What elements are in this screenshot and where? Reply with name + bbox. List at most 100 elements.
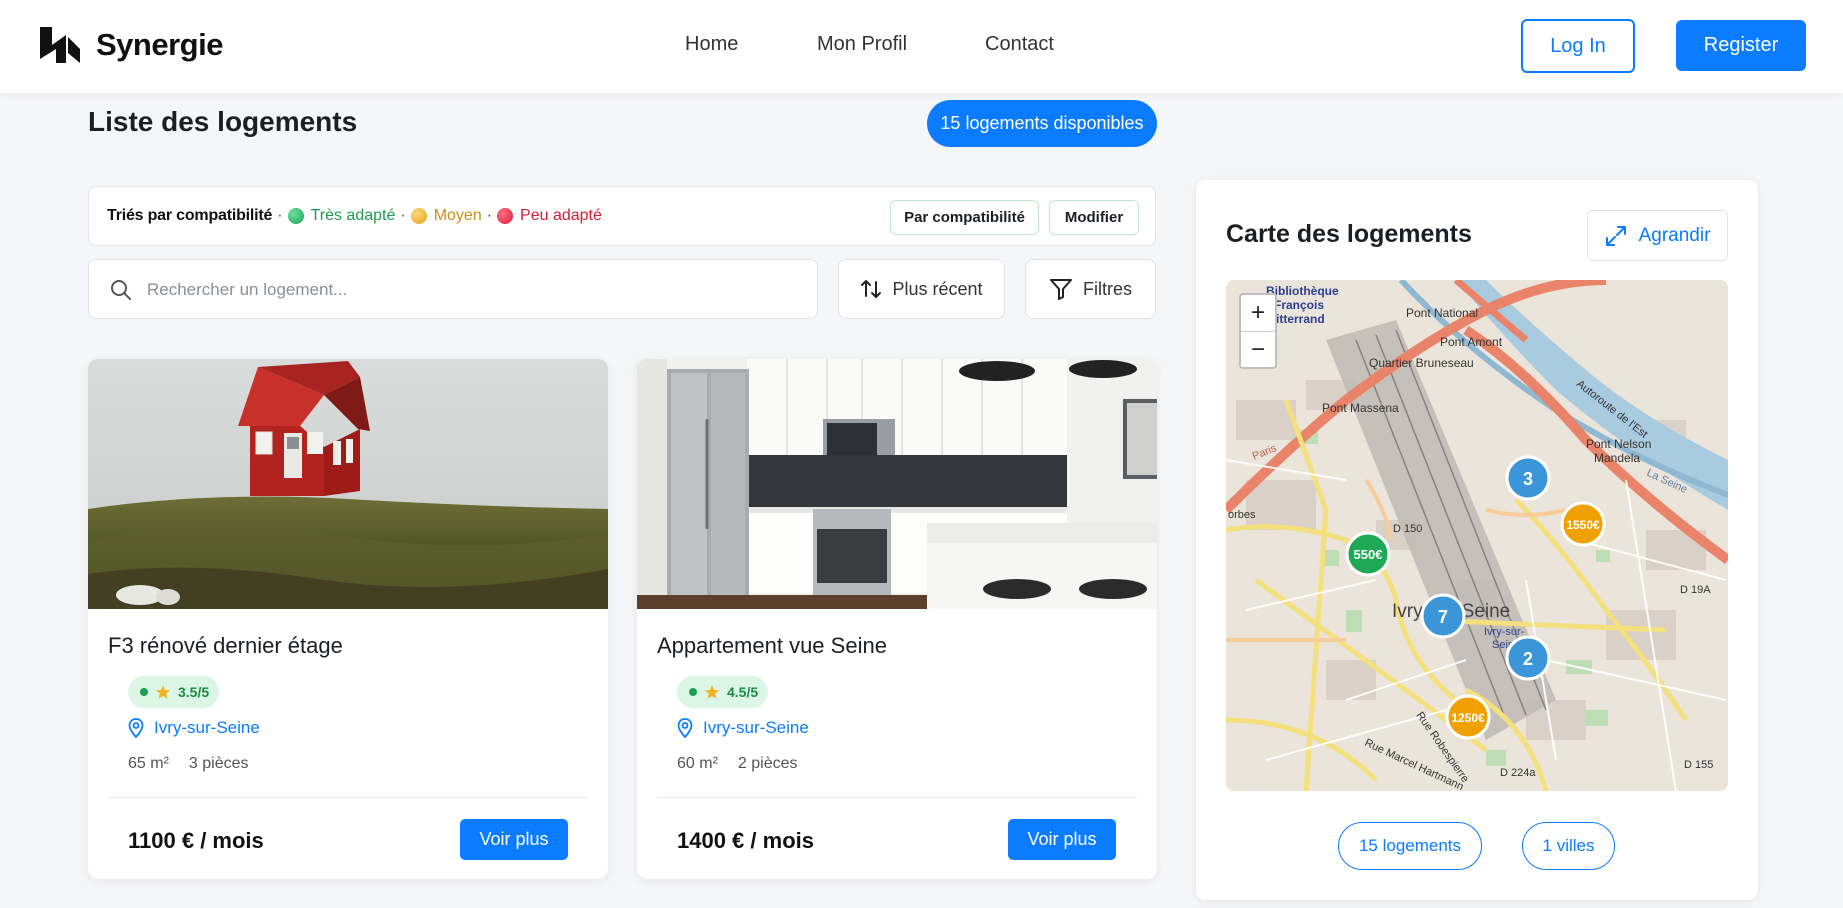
listing-area: 65 m² xyxy=(128,755,169,772)
map-marker-price[interactable]: 550€ xyxy=(1345,531,1391,577)
search-box xyxy=(88,259,818,319)
map-label-d224a: D 224a xyxy=(1500,767,1536,779)
sort-arrows-icon xyxy=(861,280,882,298)
map-label-d19a: D 19A xyxy=(1680,584,1711,596)
listing-specs: 65 m² 3 pièces xyxy=(128,755,249,773)
marker-label: 3 xyxy=(1523,469,1533,489)
sort-lead-label: Triés par compatibilité xyxy=(107,207,273,224)
map-panel: Carte des logements Agrandir Bibliothèqu… xyxy=(1196,180,1758,900)
marker-label: 550€ xyxy=(1354,547,1383,562)
sort-by-compatibility-chip[interactable]: Par compatibilité xyxy=(890,200,1039,235)
stat-listings-count: 15 logements xyxy=(1338,822,1482,870)
status-dot-icon xyxy=(689,688,697,696)
page-title: Liste des logements xyxy=(88,106,358,137)
marker-label: 1550€ xyxy=(1566,518,1600,532)
map-marker-price[interactable]: 1250€ xyxy=(1445,694,1491,740)
map-pin-icon xyxy=(677,718,693,738)
sort-recent-label: Plus récent xyxy=(892,278,983,299)
brand-name: Synergie xyxy=(96,27,223,62)
filter-funnel-icon xyxy=(1050,279,1072,300)
listing-photo-red-house[interactable] xyxy=(88,359,608,609)
map-label-pont-nelson-2: Mandela xyxy=(1594,451,1640,465)
listing-location[interactable]: Ivry-sur-Seine xyxy=(677,718,809,738)
map-zoom-controls: + − xyxy=(1239,293,1277,369)
register-button[interactable]: Register xyxy=(1676,20,1806,71)
zoom-in-button[interactable]: + xyxy=(1241,295,1275,331)
available-count-badge: 15 logements disponibles xyxy=(927,100,1157,147)
map-label-pont-amont: Pont Amont xyxy=(1440,335,1503,349)
expand-map-label: Agrandir xyxy=(1638,224,1711,246)
rating-value: 3.5/5 xyxy=(178,684,210,700)
listing-price: 1100 € / mois xyxy=(128,828,264,853)
search-icon xyxy=(111,280,131,300)
listing-card: Appartement vue Seine 4.5/5 Ivry-sur-Sei… xyxy=(637,359,1157,879)
listing-city: Ivry-sur-Seine xyxy=(154,718,260,737)
zoom-out-button[interactable]: − xyxy=(1241,331,1275,367)
brand-logo[interactable]: Synergie xyxy=(38,23,223,67)
map-label-orbes: orbes xyxy=(1228,509,1256,521)
red-dot-icon xyxy=(497,208,514,224)
listing-specs: 60 m² 2 pièces xyxy=(677,755,798,773)
green-dot-icon xyxy=(287,208,304,224)
map-pin-icon xyxy=(128,718,144,738)
listing-area: 60 m² xyxy=(677,755,718,772)
legend-very-suitable: Très adapté xyxy=(310,207,396,224)
rating-badge: 4.5/5 xyxy=(677,676,769,708)
star-icon xyxy=(156,685,170,699)
nav-profile-link[interactable]: Mon Profil xyxy=(817,33,907,56)
legend-medium: Moyen xyxy=(433,207,482,224)
map-label-pont-national: Pont National xyxy=(1406,306,1478,320)
stat-cities-count: 1 villes xyxy=(1522,822,1615,870)
compatibility-sort-bar: Triés par compatibilité · Très adapté · … xyxy=(88,186,1156,246)
map-marker-cluster[interactable]: 2 xyxy=(1505,635,1551,681)
marker-label: 7 xyxy=(1438,607,1448,627)
top-navbar: Synergie Home Mon Profil Contact Log In … xyxy=(0,0,1843,93)
kitchen-photo xyxy=(637,359,1157,609)
map-label-bibliotheque-2: François xyxy=(1274,298,1324,312)
yellow-dot-icon xyxy=(410,208,427,224)
expand-map-button[interactable]: Agrandir xyxy=(1587,210,1728,261)
filters-button[interactable]: Filtres xyxy=(1025,259,1156,319)
map-label-quartier-bruneseau: Quartier Bruneseau xyxy=(1369,356,1474,370)
status-dot-icon xyxy=(140,688,148,696)
card-divider xyxy=(108,797,588,798)
modify-preferences-chip[interactable]: Modifier xyxy=(1049,200,1139,235)
marker-label: 2 xyxy=(1523,649,1533,669)
listings-map[interactable]: Bibliothèque François Mitterrand Pont Na… xyxy=(1226,280,1728,791)
see-more-button[interactable]: Voir plus xyxy=(460,819,568,860)
see-more-button[interactable]: Voir plus xyxy=(1008,819,1116,860)
listing-title[interactable]: Appartement vue Seine xyxy=(657,633,887,659)
sort-recent-button[interactable]: Plus récent xyxy=(838,259,1005,319)
map-marker-price[interactable]: 1550€ xyxy=(1560,501,1606,547)
map-label-ivry-small-1: Ivry-sur- xyxy=(1484,626,1525,638)
listing-photo-kitchen[interactable] xyxy=(637,359,1157,609)
nav-contact-link[interactable]: Contact xyxy=(985,33,1054,56)
nav-home-link[interactable]: Home xyxy=(685,33,738,56)
listing-rooms: 2 pièces xyxy=(737,755,798,772)
marker-label: 1250€ xyxy=(1451,711,1485,725)
rating-badge: 3.5/5 xyxy=(128,676,220,708)
map-label-d150: D 150 xyxy=(1393,523,1422,535)
legend-poorly-suitable: Peu adapté xyxy=(520,207,602,224)
listing-location[interactable]: Ivry-sur-Seine xyxy=(128,718,260,738)
map-tiles: Bibliothèque François Mitterrand Pont Na… xyxy=(1226,280,1728,791)
listing-city: Ivry-sur-Seine xyxy=(703,718,809,737)
house-photo xyxy=(88,359,608,609)
expand-arrows-icon xyxy=(1605,225,1626,246)
map-marker-cluster[interactable]: 7 xyxy=(1420,593,1466,639)
map-label-d155: D 155 xyxy=(1684,759,1713,771)
search-input[interactable] xyxy=(147,274,787,306)
rating-value: 4.5/5 xyxy=(727,684,759,700)
filters-label: Filtres xyxy=(1083,278,1132,299)
listing-rooms: 3 pièces xyxy=(188,755,249,772)
listing-price: 1400 € / mois xyxy=(677,828,814,853)
map-marker-cluster[interactable]: 3 xyxy=(1505,455,1551,501)
star-icon xyxy=(705,685,719,699)
login-button[interactable]: Log In xyxy=(1521,19,1635,73)
listing-title[interactable]: F3 rénové dernier étage xyxy=(108,633,343,659)
map-label-pont-nelson-1: Pont Nelson xyxy=(1586,437,1651,451)
listing-card: F3 rénové dernier étage 3.5/5 Ivry-sur-S… xyxy=(88,359,608,879)
card-divider xyxy=(657,797,1137,798)
sort-legend: Triés par compatibilité · Très adapté · … xyxy=(107,207,602,224)
logo-mark-icon xyxy=(40,27,80,63)
